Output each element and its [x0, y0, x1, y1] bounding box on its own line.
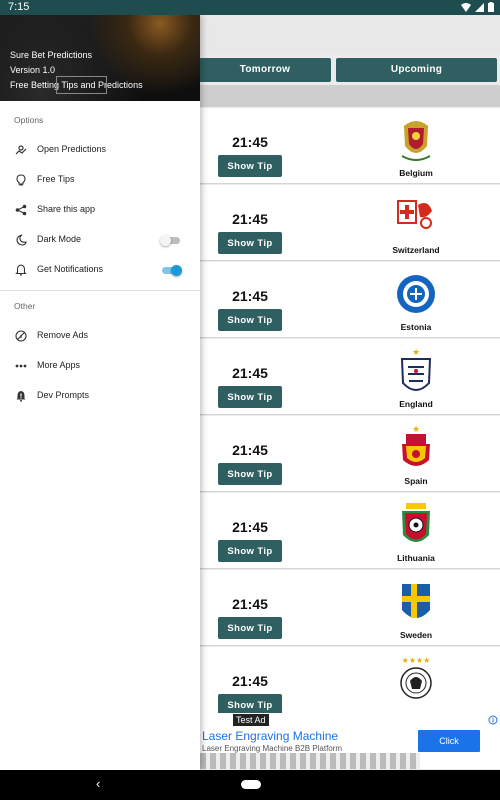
spain-crest-icon: ★ — [402, 425, 430, 466]
bell-icon — [14, 263, 28, 277]
show-tip-button[interactable]: Show Tip — [218, 386, 282, 408]
ad-info-icon[interactable] — [488, 715, 498, 725]
drawer-item-label: Dark Mode — [37, 234, 82, 244]
ad-title[interactable]: Laser Engraving Machine — [202, 729, 338, 743]
drawer-item-label: Get Notifications — [37, 264, 104, 274]
belgium-crest-icon — [401, 121, 431, 161]
svg-text:$: $ — [20, 334, 23, 340]
match-time: 21:45 — [232, 673, 268, 689]
england-crest-icon: ★ — [400, 348, 432, 391]
lightbulb-icon — [14, 173, 28, 187]
notifications-toggle[interactable] — [160, 265, 182, 276]
svg-text:★★★★: ★★★★ — [402, 656, 431, 665]
drawer-header: Sure Bet Predictions Version 1.0 Free Be… — [0, 15, 200, 101]
match-time: 21:45 — [232, 211, 268, 227]
ad-label: Test Ad — [233, 714, 269, 726]
match-time: 21:45 — [232, 288, 268, 304]
drawer-item-label: Free Tips — [37, 174, 75, 184]
match-time: 21:45 — [232, 442, 268, 458]
home-pill-icon[interactable] — [241, 780, 261, 789]
germany-crest-icon: ★★★★ — [400, 656, 432, 699]
team-name: Belgium — [399, 168, 433, 178]
more-icon — [14, 359, 28, 373]
drawer-item-label: More Apps — [37, 360, 81, 370]
alert-bell-icon — [14, 389, 28, 403]
show-tip-button[interactable]: Show Tip — [218, 617, 282, 639]
show-tip-button[interactable]: Show Tip — [218, 463, 282, 485]
drawer-app-name: Sure Bet Predictions — [10, 50, 93, 60]
ad-subtitle: Laser Engraving Machine B2B Platform — [202, 744, 343, 753]
drawer-item-free-tips[interactable]: Free Tips — [0, 167, 200, 193]
drawer-item-share[interactable]: Share this app — [0, 197, 200, 223]
team-name: Estonia — [400, 322, 432, 332]
svg-text:★: ★ — [412, 348, 420, 358]
status-time: 7:15 — [8, 1, 30, 13]
match-time: 21:45 — [232, 365, 268, 381]
status-icons — [461, 2, 494, 12]
drawer-item-remove-ads[interactable]: $ Remove Ads — [0, 323, 200, 349]
team-name: Switzerland — [392, 245, 440, 255]
drawer-item-dark-mode[interactable]: Dark Mode — [0, 227, 200, 253]
no-ads-icon: $ — [14, 329, 28, 343]
moon-icon — [14, 233, 28, 247]
predictions-icon — [14, 143, 28, 157]
drawer-item-notifications[interactable]: Get Notifications — [0, 257, 200, 283]
drawer-version: Version 1.0 — [10, 65, 56, 75]
status-bar: 7:15 — [0, 0, 500, 15]
options-heading: Options — [14, 115, 44, 125]
drawer-item-label: Dev Prompts — [37, 390, 90, 400]
estonia-crest-icon — [397, 275, 435, 313]
wifi-icon — [461, 2, 471, 12]
other-heading: Other — [14, 301, 36, 311]
show-tip-button[interactable]: Show Tip — [218, 232, 282, 254]
lithuania-crest-icon — [402, 503, 430, 542]
tab-tomorrow[interactable]: Tomorrow — [199, 58, 331, 82]
share-icon — [14, 203, 28, 217]
drawer-item-label: Open Predictions — [37, 144, 107, 154]
ad-click-button[interactable]: Click — [418, 730, 480, 752]
drawer-item-label: Share this app — [37, 204, 96, 214]
drawer-item-more-apps[interactable]: More Apps — [0, 353, 200, 379]
dark-mode-toggle[interactable] — [160, 235, 180, 246]
match-time: 21:45 — [232, 519, 268, 535]
switzerland-crest-icon — [397, 200, 432, 229]
show-tip-button[interactable]: Show Tip — [218, 155, 282, 177]
svg-text:★: ★ — [412, 425, 420, 435]
drawer-item-label: Remove Ads — [37, 330, 89, 340]
team-name: Lithuania — [397, 553, 435, 563]
drawer-divider — [0, 290, 200, 291]
team-name: Sweden — [399, 630, 433, 640]
show-tip-button[interactable]: Show Tip — [218, 309, 282, 331]
team-name: England — [399, 399, 433, 409]
navigation-drawer: Sure Bet Predictions Version 1.0 Free Be… — [0, 15, 200, 770]
drawer-item-open-predictions[interactable]: Open Predictions — [0, 137, 200, 163]
show-tip-button[interactable]: Show Tip — [218, 540, 282, 562]
back-icon[interactable]: ‹ — [96, 776, 100, 791]
selection-box — [56, 76, 107, 94]
match-time: 21:45 — [232, 596, 268, 612]
signal-icon — [475, 2, 484, 12]
drawer-item-dev-prompts[interactable]: Dev Prompts — [0, 383, 200, 409]
system-nav-bar: ‹ — [0, 770, 500, 800]
battery-icon — [488, 2, 494, 12]
team-name: Spain — [404, 476, 428, 486]
ad-image — [200, 753, 420, 769]
tab-upcoming[interactable]: Upcoming — [336, 58, 497, 82]
match-time: 21:45 — [232, 134, 268, 150]
sweden-crest-icon — [402, 584, 430, 618]
